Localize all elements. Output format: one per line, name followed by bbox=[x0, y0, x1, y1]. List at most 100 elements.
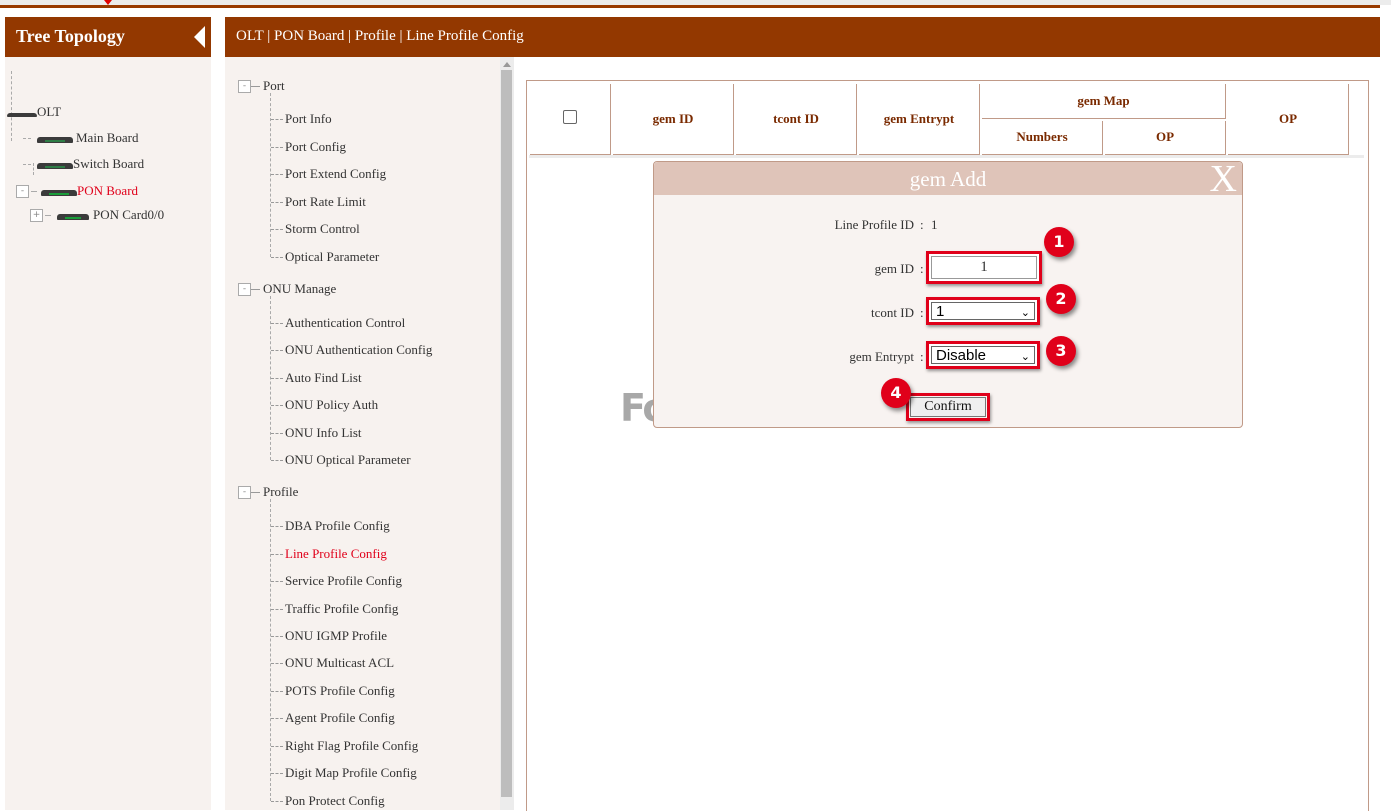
menu-item-port-info[interactable]: Port Info bbox=[271, 111, 332, 127]
column-header-op: OP bbox=[1228, 84, 1349, 155]
menu-group-profile[interactable]: - Profile bbox=[238, 484, 298, 500]
menu-item-line-profile-config[interactable]: Line Profile Config bbox=[271, 546, 387, 562]
select-all-header bbox=[530, 84, 611, 155]
menu-item-label: Port Info bbox=[285, 111, 332, 126]
menu-item-service-profile-config[interactable]: Service Profile Config bbox=[271, 573, 402, 589]
menu-item-label: ONU Optical Parameter bbox=[285, 452, 411, 467]
tree-node-pon-board[interactable]: - PON Board bbox=[16, 183, 138, 199]
select-all-checkbox[interactable] bbox=[563, 110, 577, 124]
tree-node-olt[interactable]: OLT bbox=[5, 104, 61, 120]
dialog-header: gem Add X bbox=[654, 160, 1242, 198]
menu-item-port-rate-limit[interactable]: Port Rate Limit bbox=[271, 194, 366, 210]
menu-item-storm-control[interactable]: Storm Control bbox=[271, 221, 360, 237]
tree-node-main-board[interactable]: Main Board bbox=[19, 130, 138, 146]
tree-connector bbox=[31, 190, 37, 192]
gem-entrypt-label: gem Entrypt bbox=[849, 349, 914, 364]
device-icon bbox=[55, 211, 89, 220]
menu-item-label: ONU IGMP Profile bbox=[285, 628, 388, 643]
menu-item-right-flag-profile-config[interactable]: Right Flag Profile Config bbox=[271, 738, 418, 754]
gem-entrypt-select[interactable]: Disable ⌄ bbox=[931, 346, 1035, 364]
menu-item-pots-profile-config[interactable]: POTS Profile Config bbox=[271, 683, 395, 699]
menu-item-label: Authentication Control bbox=[285, 315, 406, 330]
menu-item-onu-multicast-acl[interactable]: ONU Multicast ACL bbox=[271, 655, 394, 671]
step-badge-4: 4 bbox=[881, 378, 911, 408]
tree-connector bbox=[23, 163, 31, 165]
menu-item-label: Right Flag Profile Config bbox=[285, 738, 419, 753]
column-header-gem-map: gem Map bbox=[982, 84, 1226, 119]
step-badge-3: 3 bbox=[1046, 336, 1076, 366]
chevron-down-icon: ⌄ bbox=[1020, 350, 1030, 363]
menu-group-onu-manage[interactable]: - ONU Manage bbox=[238, 281, 336, 297]
menu-item-port-extend-config[interactable]: Port Extend Config bbox=[271, 166, 386, 182]
gem-id-input[interactable]: 1 bbox=[931, 256, 1037, 279]
gem-table: gem ID tcont ID gem Entrypt gem Map OP N… bbox=[528, 82, 1351, 157]
menu-item-label: ONU Multicast ACL bbox=[285, 655, 395, 670]
top-divider bbox=[0, 5, 1380, 8]
collapse-panel-icon[interactable] bbox=[194, 26, 205, 48]
menu-item-label: ONU Info List bbox=[285, 425, 362, 440]
menu-item-onu-info-list[interactable]: ONU Info List bbox=[271, 425, 362, 441]
gem-entrypt-highlight: Disable ⌄ bbox=[926, 341, 1040, 369]
tree-connector bbox=[251, 491, 260, 493]
menu-item-onu-optical-parameter[interactable]: ONU Optical Parameter bbox=[271, 452, 411, 468]
function-menu: - Port Port Info Port Config Port Extend… bbox=[225, 57, 500, 810]
menu-item-agent-profile-config[interactable]: Agent Profile Config bbox=[271, 710, 395, 726]
menu-item-traffic-profile-config[interactable]: Traffic Profile Config bbox=[271, 601, 398, 617]
close-icon[interactable]: X bbox=[1210, 160, 1237, 198]
menu-item-label: Storm Control bbox=[285, 221, 360, 236]
gem-entrypt-selected: Disable bbox=[936, 347, 987, 364]
menu-item-label: Pon Protect Config bbox=[285, 793, 385, 808]
tree-node-label: Main Board bbox=[76, 130, 139, 145]
tree-node-pon-card[interactable]: + PON Card0/0 bbox=[30, 207, 164, 223]
tcont-id-highlight: 1 ⌄ bbox=[926, 297, 1040, 325]
menu-item-authentication-control[interactable]: Authentication Control bbox=[271, 315, 405, 331]
device-icon bbox=[35, 160, 73, 169]
menu-group-label: Port bbox=[263, 78, 285, 93]
menu-item-auto-find-list[interactable]: Auto Find List bbox=[271, 370, 362, 386]
expand-icon[interactable]: + bbox=[30, 208, 43, 222]
menu-item-dba-profile-config[interactable]: DBA Profile Config bbox=[271, 518, 390, 534]
colon: : bbox=[920, 217, 924, 232]
main-header: OLT | PON Board | Profile | Line Profile… bbox=[225, 17, 1380, 57]
menu-item-onu-igmp-profile[interactable]: ONU IGMP Profile bbox=[271, 628, 387, 644]
breadcrumb: OLT | PON Board | Profile | Line Profile… bbox=[236, 28, 524, 44]
menu-group-label: Profile bbox=[263, 484, 299, 499]
colon: : bbox=[920, 261, 924, 276]
gem-id-label: gem ID bbox=[874, 261, 914, 276]
tree-connector bbox=[23, 137, 31, 139]
collapse-icon[interactable]: - bbox=[238, 282, 251, 296]
tree-node-label: PON Card0/0 bbox=[93, 207, 165, 222]
tree-connector bbox=[45, 214, 51, 216]
tcont-id-select[interactable]: 1 ⌄ bbox=[931, 302, 1035, 320]
menu-item-optical-parameter[interactable]: Optical Parameter bbox=[271, 249, 379, 265]
menu-item-label: Service Profile Config bbox=[285, 573, 402, 588]
tcont-id-selected: 1 bbox=[936, 303, 945, 320]
menu-item-label: Traffic Profile Config bbox=[285, 601, 399, 616]
menu-item-label: ONU Authentication Config bbox=[285, 342, 433, 357]
collapse-icon[interactable]: - bbox=[16, 184, 29, 198]
collapse-icon[interactable]: - bbox=[238, 485, 251, 499]
menu-group-port[interactable]: - Port bbox=[238, 78, 285, 94]
menu-item-label: Port Config bbox=[285, 139, 347, 154]
menu-item-onu-policy-auth[interactable]: ONU Policy Auth bbox=[271, 397, 378, 413]
menu-item-port-config[interactable]: Port Config bbox=[271, 139, 346, 155]
column-header-tcont-id: tcont ID bbox=[736, 84, 857, 155]
menu-item-pon-protect-config[interactable]: Pon Protect Config bbox=[271, 793, 385, 809]
collapse-icon[interactable]: - bbox=[238, 79, 251, 93]
confirm-button[interactable]: Confirm bbox=[910, 397, 986, 417]
column-header-numbers: Numbers bbox=[982, 120, 1103, 155]
scroll-thumb[interactable] bbox=[501, 70, 512, 797]
tree-node-switch-board[interactable]: Switch Board bbox=[19, 156, 144, 172]
menu-item-digit-map-profile-config[interactable]: Digit Map Profile Config bbox=[271, 765, 417, 781]
dialog-title: gem Add bbox=[909, 167, 987, 191]
scroll-up-icon[interactable] bbox=[503, 62, 511, 67]
menu-scrollbar[interactable] bbox=[500, 57, 514, 810]
step-badge-1: 1 bbox=[1044, 227, 1074, 257]
line-profile-id-label: Line Profile ID bbox=[834, 217, 914, 232]
menu-item-label: ONU Policy Auth bbox=[285, 397, 379, 412]
device-icon bbox=[35, 134, 73, 143]
confirm-highlight: Confirm bbox=[906, 393, 990, 421]
step-badge-2: 2 bbox=[1046, 284, 1076, 314]
gem-id-highlight: 1 bbox=[926, 251, 1042, 284]
menu-item-onu-authentication-config[interactable]: ONU Authentication Config bbox=[271, 342, 432, 358]
